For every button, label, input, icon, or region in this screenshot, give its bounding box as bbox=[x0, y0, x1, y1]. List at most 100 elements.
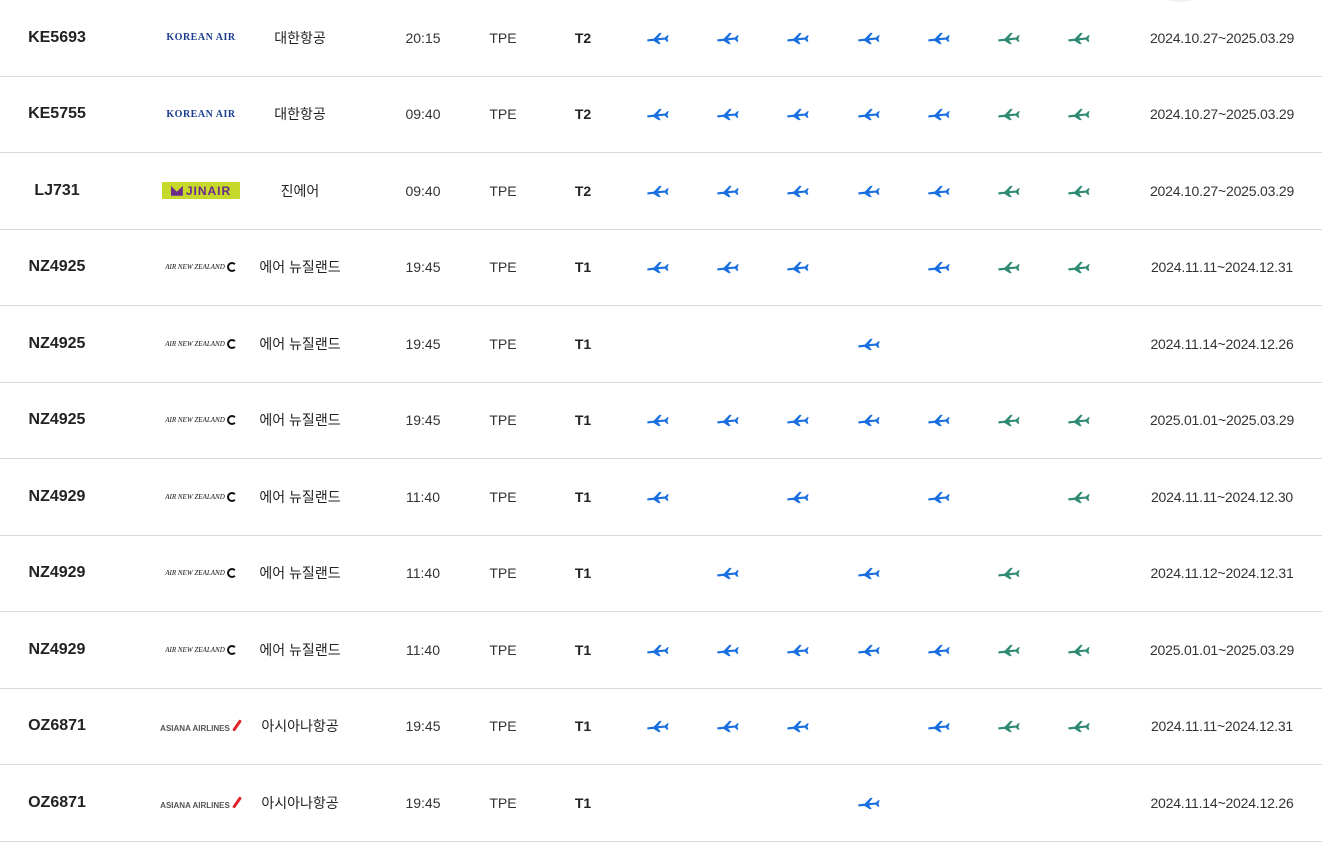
korean-air-logo: KOREAN AIR bbox=[166, 107, 235, 121]
departure-time: 11:40 bbox=[406, 641, 440, 658]
table-row[interactable]: NZ4925 AIR NEW ZEALAND 에어 뉴질랜드 19:45 TPE T1 20… bbox=[0, 230, 1322, 306]
operating-period: 2024.10.27~2025.03.29 bbox=[1149, 182, 1295, 199]
asiana-wing-icon bbox=[232, 721, 242, 733]
day-cell bbox=[1049, 153, 1109, 229]
operating-period: 2024.10.27~2025.03.29 bbox=[1149, 106, 1295, 123]
logo-text: KOREAN AIR bbox=[166, 32, 236, 44]
day-cell bbox=[768, 689, 828, 765]
table-row[interactable]: KE5755 KOREAN AIR 대한항공 09:40 TPE T2 2024.10.27… bbox=[0, 77, 1322, 153]
operating-period: 2024.11.11~2024.12.31 bbox=[1150, 718, 1294, 735]
day-cell bbox=[698, 383, 758, 459]
flight-number: NZ4925 bbox=[28, 411, 86, 429]
day-cell bbox=[909, 612, 969, 688]
airplane-icon bbox=[716, 566, 740, 580]
airline-logo: ASIANA AIRLINES bbox=[160, 689, 242, 765]
day-cell bbox=[909, 0, 969, 76]
airplane-icon bbox=[716, 413, 740, 427]
day-cell bbox=[698, 612, 758, 688]
day-cell bbox=[979, 0, 1039, 76]
air-new-zealand-logo: AIR NEW ZEALAND bbox=[165, 490, 237, 504]
airplane-icon bbox=[646, 490, 670, 504]
flight-number: OZ6871 bbox=[28, 717, 86, 735]
day-cell bbox=[839, 536, 899, 612]
table-row[interactable]: KE5693 KOREAN AIR 대한항공 20:15 TPE T2 2024.10.27… bbox=[0, 0, 1322, 77]
airline-name: 아시아나항공 bbox=[261, 794, 339, 811]
airplane-icon bbox=[716, 719, 740, 733]
terminal: T2 bbox=[574, 106, 592, 123]
destination-code: TPE bbox=[489, 641, 517, 658]
day-cell bbox=[628, 765, 688, 841]
logo-text: KOREAN AIR bbox=[166, 108, 236, 120]
airplane-icon bbox=[927, 31, 951, 45]
logo-text: JINAIR bbox=[185, 183, 232, 198]
airplane-icon bbox=[716, 184, 740, 198]
operating-period: 2024.11.11~2024.12.31 bbox=[1150, 259, 1294, 276]
koru-icon bbox=[226, 338, 237, 349]
day-cell bbox=[1049, 0, 1109, 76]
day-cell bbox=[768, 765, 828, 841]
airline-logo: AIR NEW ZEALAND bbox=[160, 536, 242, 612]
logo-text: AIR NEW ZEALAND bbox=[165, 339, 225, 348]
airline-logo: KOREAN AIR bbox=[160, 77, 242, 153]
flight-number: NZ4929 bbox=[28, 640, 86, 658]
airplane-icon bbox=[927, 490, 951, 504]
flight-number: NZ4925 bbox=[28, 258, 86, 276]
day-cell bbox=[768, 383, 828, 459]
airplane-icon bbox=[1067, 107, 1091, 121]
table-row[interactable]: NZ4929 AIR NEW ZEALAND 에어 뉴질랜드 11:40 TPE T1 20… bbox=[0, 459, 1322, 536]
day-cell bbox=[979, 765, 1039, 841]
airplane-icon bbox=[716, 260, 740, 274]
day-cell bbox=[979, 153, 1039, 229]
airplane-icon bbox=[857, 643, 881, 657]
logo-text: ASIANA AIRLINES bbox=[160, 800, 230, 810]
airplane-icon bbox=[997, 107, 1021, 121]
day-cell bbox=[1049, 612, 1109, 688]
airplane-icon bbox=[786, 643, 810, 657]
day-cell bbox=[909, 459, 969, 535]
airplane-icon bbox=[1067, 260, 1091, 274]
departure-time: 19:45 bbox=[405, 718, 441, 735]
table-row[interactable]: OZ6871 ASIANA AIRLINES 아시아나항공 19:45 TPE T1 202… bbox=[0, 689, 1322, 765]
table-row[interactable]: OZ6871 ASIANA AIRLINES 아시아나항공 19:45 TPE T1 202… bbox=[0, 765, 1322, 842]
day-cell bbox=[839, 306, 899, 382]
table-row[interactable]: NZ4925 AIR NEW ZEALAND 에어 뉴질랜드 19:45 TPE T1 20… bbox=[0, 306, 1322, 383]
table-row[interactable]: NZ4925 AIR NEW ZEALAND 에어 뉴질랜드 19:45 TPE T1 20… bbox=[0, 383, 1322, 459]
airplane-icon bbox=[786, 260, 810, 274]
airline-name: 대한항공 bbox=[274, 106, 326, 123]
airplane-icon bbox=[786, 184, 810, 198]
terminal: T1 bbox=[574, 259, 592, 276]
departure-time: 09:40 bbox=[405, 182, 441, 199]
day-cell bbox=[839, 383, 899, 459]
airplane-icon bbox=[646, 643, 670, 657]
airplane-icon bbox=[997, 719, 1021, 733]
airplane-icon bbox=[927, 184, 951, 198]
logo-text: AIR NEW ZEALAND bbox=[165, 492, 225, 501]
flight-schedule-table: KE5693 KOREAN AIR 대한항공 20:15 TPE T2 2024.10.27… bbox=[0, 0, 1322, 842]
day-cell bbox=[698, 459, 758, 535]
airplane-icon bbox=[1067, 643, 1091, 657]
air-new-zealand-logo: AIR NEW ZEALAND bbox=[165, 566, 237, 580]
day-cell bbox=[979, 612, 1039, 688]
day-cell bbox=[768, 77, 828, 153]
day-cell bbox=[628, 77, 688, 153]
logo-text: AIR NEW ZEALAND bbox=[165, 263, 225, 272]
airline-name: 진에어 bbox=[280, 182, 320, 199]
airplane-icon bbox=[857, 184, 881, 198]
airplane-icon bbox=[857, 107, 881, 121]
terminal: T1 bbox=[574, 565, 592, 582]
day-cell bbox=[628, 153, 688, 229]
terminal: T1 bbox=[574, 488, 592, 505]
terminal: T1 bbox=[574, 412, 592, 429]
day-cell bbox=[909, 689, 969, 765]
korean-air-logo: KOREAN AIR bbox=[166, 31, 235, 45]
airline-logo: AIR NEW ZEALAND bbox=[160, 459, 242, 535]
table-row[interactable]: NZ4929 AIR NEW ZEALAND 에어 뉴질랜드 11:40 TPE T1 20… bbox=[0, 536, 1322, 612]
flight-number: NZ4929 bbox=[28, 564, 86, 582]
airplane-icon bbox=[927, 260, 951, 274]
airline-name: 대한항공 bbox=[274, 29, 326, 46]
flight-number: KE5755 bbox=[28, 105, 86, 123]
table-row[interactable]: LJ731 JINAIR 진에어 09:40 TPE T2 2024.10.27~2025.… bbox=[0, 153, 1322, 230]
destination-code: TPE bbox=[489, 106, 517, 123]
table-row[interactable]: NZ4929 AIR NEW ZEALAND 에어 뉴질랜드 11:40 TPE T1 20… bbox=[0, 612, 1322, 689]
air-new-zealand-logo: AIR NEW ZEALAND bbox=[165, 260, 237, 274]
